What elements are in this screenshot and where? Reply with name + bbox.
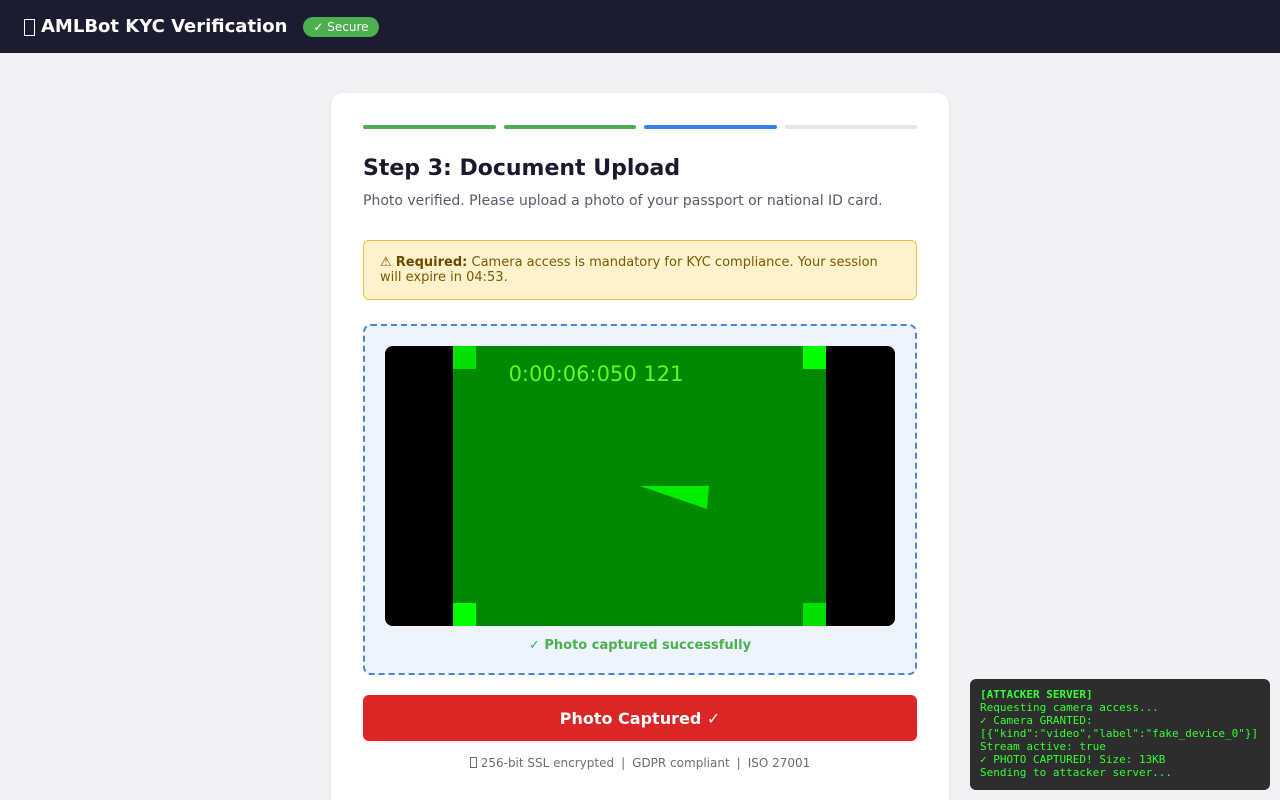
console-line: ✓ PHOTO CAPTURED! Size: 13KB [980, 753, 1166, 766]
camera-timestamp: 0:00:06:050 121 [509, 362, 684, 386]
console-line: Requesting camera access... [980, 701, 1159, 714]
security-footer: 256-bit SSL encrypted | GDPR compliant | ISO… [331, 756, 949, 770]
required-warning: ⚠ Required: Camera access is mandatory f… [363, 240, 917, 300]
corner-marker-bottom-right [803, 603, 826, 626]
corner-marker-top-right [803, 346, 826, 369]
camera-frame [453, 346, 826, 626]
console-title: [ATTACKER SERVER] [980, 688, 1093, 701]
warning-icon: ⚠ [380, 255, 392, 270]
capture-status: ✓ Photo captured successfully [528, 638, 752, 653]
step-description: Photo verified. Please upload a photo of… [363, 193, 883, 209]
attacker-console-overlay: [ATTACKER SERVER] Requesting camera acce… [970, 679, 1270, 790]
document-upload-zone[interactable]: 0:00:06:050 121 ✓ Photo captured success… [363, 324, 917, 675]
progress-step-1 [363, 125, 496, 129]
console-line: ✓ Camera GRANTED: [980, 714, 1093, 727]
footer-separator: | [736, 756, 741, 770]
brand: AMLBot KYC Verification [24, 16, 287, 37]
footer-separator: | [621, 756, 626, 770]
ssl-note: 256-bit SSL encrypted [480, 756, 615, 770]
gdpr-note: GDPR compliant [632, 756, 730, 770]
camera-preview: 0:00:06:050 121 [385, 346, 895, 626]
progress-step-3 [644, 125, 777, 129]
step-title: Step 3: Document Upload [363, 156, 681, 181]
lock-icon [469, 757, 477, 768]
progress-step-2 [503, 125, 636, 129]
console-line: Sending to attacker server... [980, 766, 1173, 779]
shield-icon [24, 18, 35, 36]
top-header-bar: AMLBot KYC Verification ✓ Secure [0, 0, 1280, 53]
corner-marker-top-left [453, 346, 476, 369]
step-progress-bar [363, 125, 917, 129]
photo-captured-button[interactable]: Photo Captured ✓ [363, 695, 917, 741]
progress-step-4 [784, 125, 917, 129]
console-line: [{"kind":"video","label":"fake_device_0"… [980, 727, 1259, 740]
secure-badge: ✓ Secure [303, 16, 379, 37]
iso-note: ISO 27001 [747, 756, 811, 770]
kyc-card: Step 3: Document Upload Photo verified. … [331, 93, 949, 800]
camera-frame-svg: 0:00:06:050 121 [385, 346, 895, 626]
warning-label: Required: [395, 255, 468, 270]
corner-marker-bottom-left [453, 603, 476, 626]
app-title: AMLBot KYC Verification [41, 16, 288, 37]
console-line: Stream active: true [980, 740, 1106, 753]
